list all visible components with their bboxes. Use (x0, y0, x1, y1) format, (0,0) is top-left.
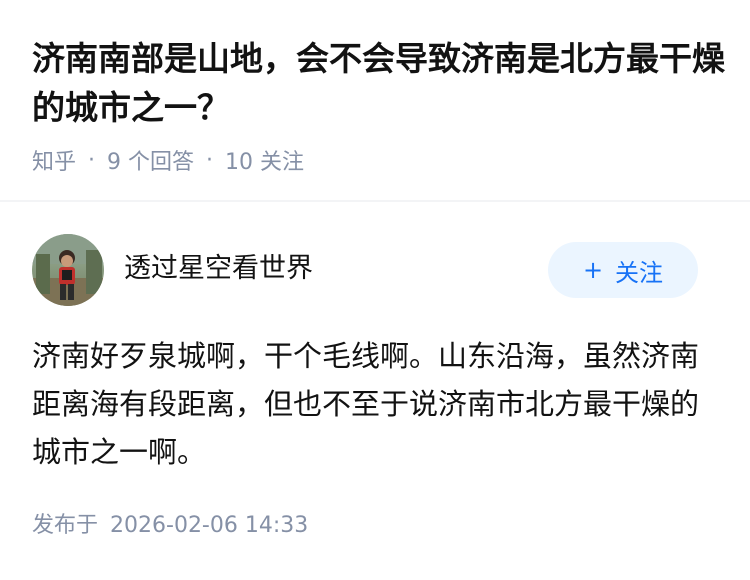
question-header: 济南南部是山地，会不会导致济南是北方最干燥的城市之一？ 知乎 · 9 个回答 ·… (0, 0, 750, 200)
answer-content[interactable]: 济南好歹泉城啊，干个毛线啊。山东沿海，虽然济南距离海有段距离，但也不至于说济南市… (32, 332, 712, 476)
meta-separator: · (206, 147, 214, 173)
publish-label: 发布于 (32, 513, 99, 538)
answer-count[interactable]: 9 个回答 (107, 144, 194, 176)
plus-icon: + (582, 256, 604, 284)
follow-label: 关注 (615, 258, 664, 287)
avatar-image (32, 234, 104, 306)
question-meta: 知乎 · 9 个回答 · 10 关注 (32, 143, 304, 177)
follower-count[interactable]: 10 关注 (225, 144, 304, 176)
source-label[interactable]: 知乎 (32, 144, 76, 176)
publish-timestamp: 2026-02-06 14:33 (110, 513, 309, 538)
meta-separator: · (88, 147, 96, 173)
author-name[interactable]: 透过星空看世界 (124, 252, 313, 286)
question-title[interactable]: 济南南部是山地，会不会导致济南是北方最干燥的城市之一？ (32, 34, 732, 132)
follow-button[interactable]: + 关注 (548, 242, 698, 298)
answer-card: 透过星空看世界 + 关注 济南好歹泉城啊，干个毛线啊。山东沿海，虽然济南距离海有… (0, 202, 750, 580)
publish-time: 发布于 2026-02-06 14:33 (32, 510, 308, 542)
avatar[interactable] (32, 234, 104, 306)
